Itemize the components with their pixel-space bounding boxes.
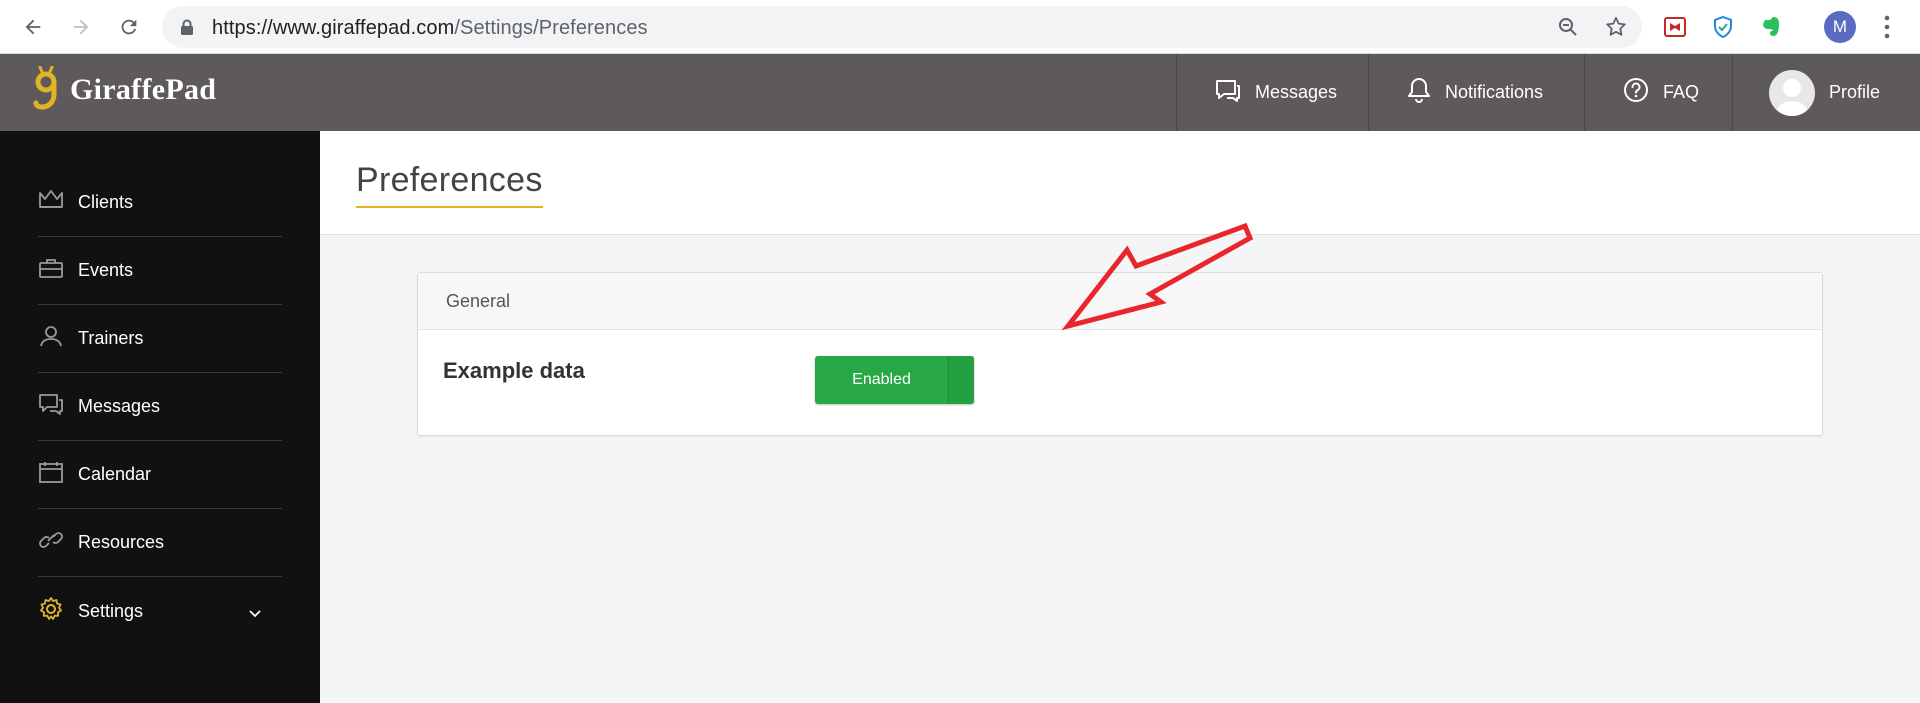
zoom-icon[interactable]: [1556, 15, 1580, 44]
url-host: https://www.giraffepad.com: [212, 17, 455, 39]
sidebar-item-messages[interactable]: Messages: [38, 373, 282, 441]
giraffe-g-icon: [33, 66, 57, 110]
sidebar-item-label: Settings: [78, 600, 144, 621]
toggle-label: Enabled: [852, 371, 911, 388]
page-title: Preferences: [356, 161, 543, 208]
bell-icon: [1407, 77, 1431, 108]
app-header: GiraffePad Messages Notifications FAQ Pr…: [0, 54, 1920, 131]
sidebar-item-label: Trainers: [78, 328, 144, 348]
chevron-down-icon[interactable]: [248, 603, 262, 624]
sidebar-item-label: Events: [78, 260, 134, 280]
toggle-knob: [948, 356, 974, 404]
sidebar-item-clients[interactable]: Clients: [38, 169, 282, 237]
annotation-arrow-icon: [1061, 222, 1254, 331]
user-icon: [38, 325, 64, 352]
sidebar-item-resources[interactable]: Resources: [38, 509, 282, 577]
header-notifications-label: Notifications: [1445, 82, 1544, 102]
reload-icon[interactable]: [112, 10, 146, 44]
app-name: GiraffePad: [70, 73, 217, 106]
forward-icon[interactable]: [64, 10, 98, 44]
sidebar-item-label: Clients: [78, 192, 134, 212]
sidebar-item-events[interactable]: Events: [38, 237, 282, 305]
lock-icon: [180, 19, 194, 40]
header-profile[interactable]: Profile: [1732, 54, 1920, 131]
example-data-toggle[interactable]: Enabled: [815, 356, 974, 404]
sidebar-item-label: Messages: [78, 396, 161, 416]
chat-icon: [38, 393, 64, 420]
sidebar-item-settings[interactable]: Settings: [38, 577, 282, 645]
sidebar-item-calendar[interactable]: Calendar: [38, 441, 282, 509]
url-text: https://www.giraffepad.com/Settings/Pref…: [212, 17, 648, 40]
address-bar[interactable]: https://www.giraffepad.com/Settings/Pref…: [162, 6, 1642, 48]
link-icon: [38, 529, 64, 556]
help-circle-icon: [1623, 77, 1649, 108]
shield-extension-icon[interactable]: [1708, 12, 1738, 42]
crown-icon: [38, 189, 64, 216]
header-profile-label: Profile: [1829, 82, 1881, 102]
back-icon[interactable]: [16, 10, 50, 44]
sidebar: Clients Events Trainers Messages Calenda…: [0, 131, 320, 703]
url-path: /Settings/Preferences: [454, 17, 648, 39]
evernote-extension-icon[interactable]: [1756, 12, 1786, 42]
bookmark-star-icon[interactable]: [1604, 15, 1628, 44]
more-menu-icon[interactable]: [1875, 12, 1899, 47]
sidebar-item-trainers[interactable]: Trainers: [38, 305, 282, 373]
mcafee-extension-icon[interactable]: [1660, 12, 1690, 42]
chat-icon: [1215, 78, 1241, 107]
browser-toolbar: https://www.giraffepad.com/Settings/Pref…: [0, 0, 1920, 54]
header-faq-label: FAQ: [1663, 82, 1700, 102]
example-data-label: Example data: [443, 358, 585, 383]
browser-profile-avatar[interactable]: M: [1824, 11, 1856, 43]
header-notifications[interactable]: Notifications: [1368, 54, 1584, 131]
header-messages-label: Messages: [1255, 82, 1338, 102]
header-faq[interactable]: FAQ: [1584, 54, 1732, 131]
header-messages[interactable]: Messages: [1176, 54, 1368, 131]
calendar-icon: [38, 461, 64, 488]
sidebar-item-label: Resources: [78, 532, 165, 552]
briefcase-icon: [38, 257, 64, 284]
page-title-bar: Preferences: [320, 131, 1920, 235]
sidebar-item-label: Calendar: [78, 464, 152, 484]
profile-avatar: [1769, 69, 1815, 116]
app-logo[interactable]: GiraffePad: [32, 66, 216, 114]
gear-icon: [38, 596, 64, 627]
